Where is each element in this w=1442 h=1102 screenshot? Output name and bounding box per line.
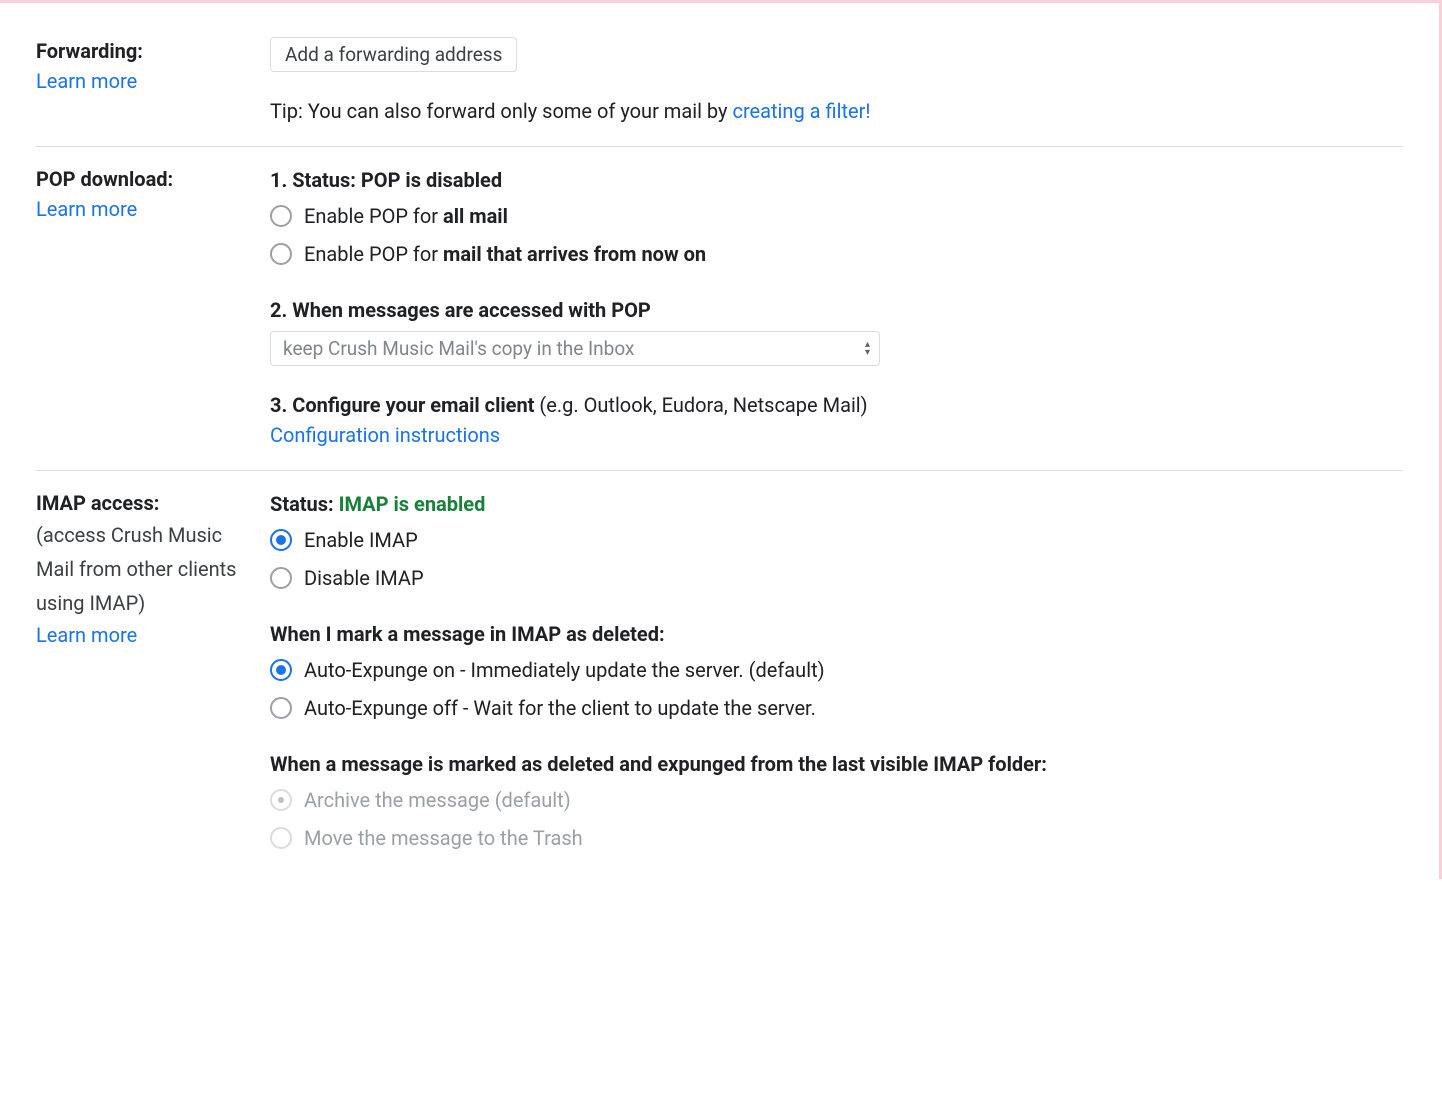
pop-enable-all-label: Enable POP for all mail — [304, 199, 508, 233]
imap-learn-more-link[interactable]: Learn more — [36, 623, 137, 647]
imap-title: IMAP access: — [36, 489, 258, 518]
imap-enable-label: Enable IMAP — [304, 523, 418, 557]
pop-enable-all-row[interactable]: Enable POP for all mail — [270, 199, 1403, 233]
imap-disable-row[interactable]: Disable IMAP — [270, 561, 1403, 595]
pop-step2-heading: 2. When messages are accessed with POP — [270, 295, 1403, 325]
section-forwarding: Forwarding: Learn more Add a forwarding … — [36, 19, 1403, 147]
pop-action-select-wrap: keep Crush Music Mail's copy in the Inbo… — [270, 331, 880, 366]
settings-panel: Forwarding: Learn more Add a forwarding … — [0, 3, 1439, 879]
imap-trash-label: Move the message to the Trash — [304, 821, 583, 855]
pop-title: POP download: — [36, 165, 258, 194]
pop-enable-all-bold: all mail — [443, 204, 508, 228]
imap-archive-row: Archive the message (default) — [270, 783, 1403, 817]
pop-enable-new-label: Enable POP for mail that arrives from no… — [304, 237, 706, 271]
radio-icon[interactable] — [270, 697, 292, 719]
radio-icon[interactable] — [270, 529, 292, 551]
forwarding-title: Forwarding: — [36, 37, 258, 66]
pop-step3-hint: (e.g. Outlook, Eudora, Netscape Mail) — [539, 393, 867, 417]
forwarding-content: Add a forwarding address Tip: You can al… — [270, 37, 1403, 126]
pop-learn-more-link[interactable]: Learn more — [36, 197, 137, 221]
pop-enable-new-row[interactable]: Enable POP for mail that arrives from no… — [270, 237, 1403, 271]
imap-enable-row[interactable]: Enable IMAP — [270, 523, 1403, 557]
imap-expunged-heading: When a message is marked as deleted and … — [270, 749, 1403, 779]
forwarding-learn-more-link[interactable]: Learn more — [36, 69, 137, 93]
pop-status-line: 1. Status: POP is disabled — [270, 165, 1403, 195]
radio-icon[interactable] — [270, 205, 292, 227]
pop-enable-new-bold: mail that arrives from now on — [443, 242, 706, 266]
section-pop: POP download: Learn more 1. Status: POP … — [36, 147, 1403, 471]
imap-expunge-off-row[interactable]: Auto-Expunge off - Wait for the client t… — [270, 691, 1403, 725]
pop-enable-new-prefix: Enable POP for — [304, 242, 443, 266]
radio-icon — [270, 827, 292, 849]
imap-status-value: IMAP is enabled — [339, 492, 486, 516]
imap-disable-label: Disable IMAP — [304, 561, 424, 595]
imap-content: Status: IMAP is enabled Enable IMAP Disa… — [270, 489, 1403, 859]
pop-step3-bold: 3. Configure your email client — [270, 393, 539, 417]
imap-expunge-on-row[interactable]: Auto-Expunge on - Immediately update the… — [270, 653, 1403, 687]
pop-status-block: 1. Status: POP is disabled Enable POP fo… — [270, 165, 1403, 271]
forwarding-tip: Tip: You can also forward only some of y… — [270, 96, 1403, 126]
section-imap: IMAP access: (access Crush Music Mail fr… — [36, 471, 1403, 879]
pop-status-prefix: 1. Status: — [270, 168, 361, 192]
radio-icon — [270, 789, 292, 811]
add-forwarding-address-button[interactable]: Add a forwarding address — [270, 37, 517, 72]
imap-expunge-on-label: Auto-Expunge on - Immediately update the… — [304, 653, 825, 687]
pop-step2-block: 2. When messages are accessed with POP k… — [270, 295, 1403, 366]
pop-action-select[interactable]: keep Crush Music Mail's copy in the Inbo… — [270, 331, 880, 366]
imap-deleted-heading: When I mark a message in IMAP as deleted… — [270, 619, 1403, 649]
radio-icon[interactable] — [270, 243, 292, 265]
creating-a-filter-link[interactable]: creating a filter! — [732, 99, 870, 123]
pop-step3-block: 3. Configure your email client (e.g. Out… — [270, 390, 1403, 450]
imap-label-col: IMAP access: (access Crush Music Mail fr… — [36, 489, 270, 859]
radio-icon[interactable] — [270, 567, 292, 589]
forwarding-label-col: Forwarding: Learn more — [36, 37, 270, 126]
pop-config-instructions-link[interactable]: Configuration instructions — [270, 423, 500, 447]
imap-archive-label: Archive the message (default) — [304, 783, 571, 817]
imap-trash-row: Move the message to the Trash — [270, 821, 1403, 855]
imap-subtitle: (access Crush Music Mail from other clie… — [36, 518, 258, 620]
imap-status-prefix: Status: — [270, 492, 339, 516]
imap-deleted-block: When I mark a message in IMAP as deleted… — [270, 619, 1403, 725]
pop-label-col: POP download: Learn more — [36, 165, 270, 450]
imap-expunge-off-label: Auto-Expunge off - Wait for the client t… — [304, 691, 816, 725]
forwarding-tip-text: Tip: You can also forward only some of y… — [270, 99, 732, 123]
pop-status-value: POP is disabled — [361, 168, 502, 192]
pop-step3-heading: 3. Configure your email client (e.g. Out… — [270, 390, 1403, 420]
radio-icon[interactable] — [270, 659, 292, 681]
pop-content: 1. Status: POP is disabled Enable POP fo… — [270, 165, 1403, 450]
pop-enable-all-prefix: Enable POP for — [304, 204, 443, 228]
imap-status-block: Status: IMAP is enabled Enable IMAP Disa… — [270, 489, 1403, 595]
imap-status-line: Status: IMAP is enabled — [270, 489, 1403, 519]
imap-expunged-block: When a message is marked as deleted and … — [270, 749, 1403, 855]
